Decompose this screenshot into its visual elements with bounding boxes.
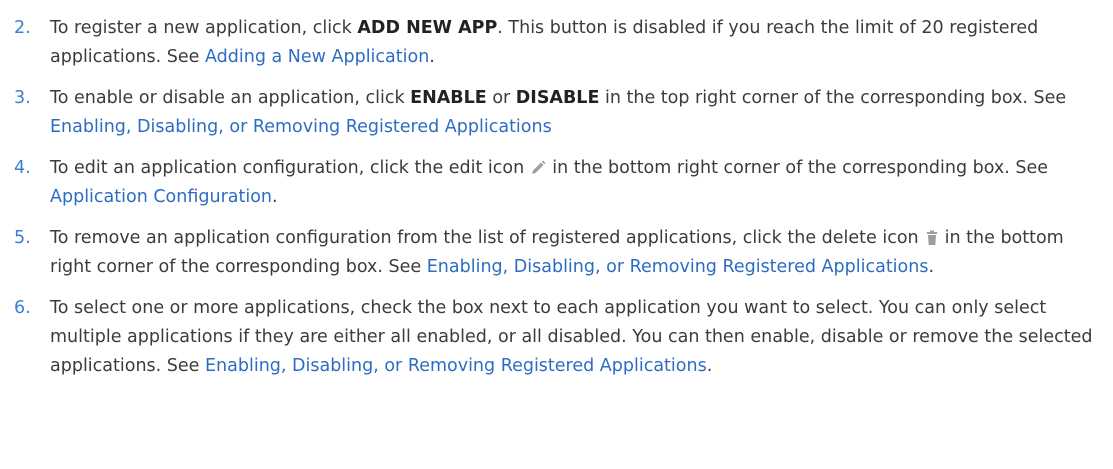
steps-list: 2. To register a new application, click … [14,14,1101,381]
step-number: 2. [14,18,31,38]
step-text: To select one or more applications, chec… [50,298,1093,376]
trash-delete-icon [923,229,941,247]
step-3: 3. To enable or disable an application, … [14,84,1101,142]
link-adding-new-application[interactable]: Adding a New Application [205,47,429,67]
link-enabling-disabling-removing[interactable]: Enabling, Disabling, or Removing Registe… [427,257,929,277]
step-4: 4. To edit an application configuration,… [14,154,1101,212]
step-text: To enable or disable an application, cli… [50,88,1067,137]
link-enabling-disabling-removing[interactable]: Enabling, Disabling, or Removing Registe… [50,117,552,137]
pencil-edit-icon [528,158,548,178]
step-6: 6. To select one or more applications, c… [14,294,1101,381]
step-number: 4. [14,158,31,178]
documentation-page: 2. To register a new application, click … [0,0,1113,469]
step-number: 3. [14,88,31,108]
link-enabling-disabling-removing[interactable]: Enabling, Disabling, or Removing Registe… [205,356,707,376]
step-5: 5. To remove an application configuratio… [14,224,1101,282]
step-text: To register a new application, click ADD… [50,18,1039,67]
step-2: 2. To register a new application, click … [14,14,1101,72]
add-new-app-label: ADD NEW APP [357,18,498,38]
step-number: 6. [14,298,31,318]
enable-label: ENABLE [410,88,487,108]
link-application-configuration[interactable]: Application Configuration [50,187,272,207]
step-text: To edit an application configuration, cl… [50,158,1049,207]
disable-label: DISABLE [515,88,600,108]
step-number: 5. [14,228,31,248]
step-text: To remove an application configuration f… [50,228,1064,277]
